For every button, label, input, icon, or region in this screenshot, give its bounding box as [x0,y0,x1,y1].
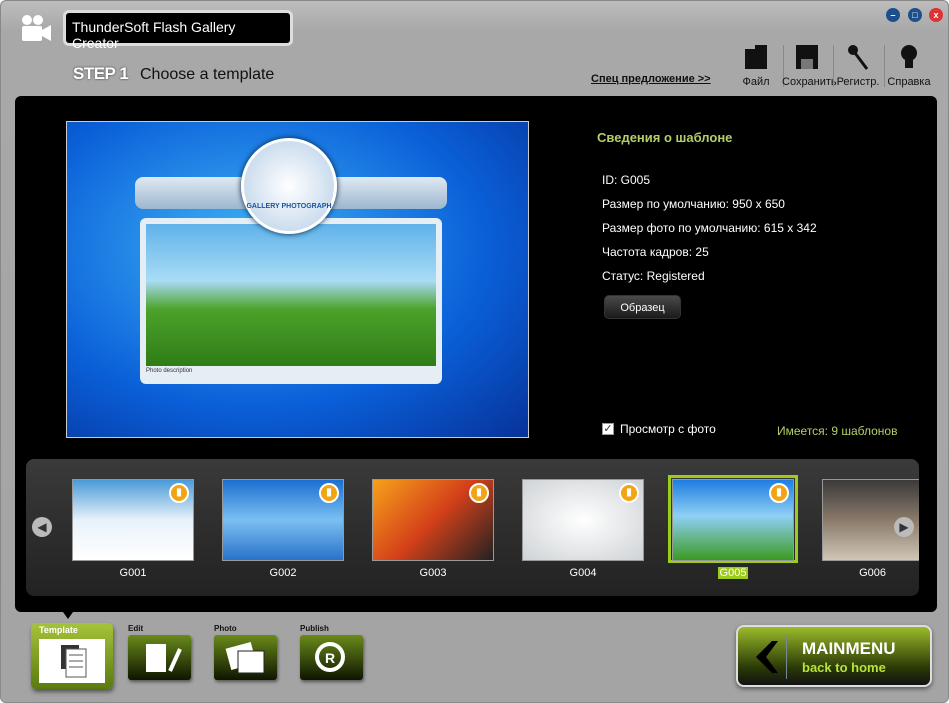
preview-with-photo-label[interactable]: Просмотр с фото [620,422,716,436]
lock-icon: ▮ [769,483,789,503]
close-button[interactable]: x [929,8,943,22]
file-label: Файл [742,76,770,88]
templates-count: Имеется: 9 шаблонов [777,424,898,438]
frame-rate: Частота кадров: 25 [602,245,709,259]
save-label: Сохранить [782,76,837,88]
active-tab-pointer [63,612,73,619]
template-label: G003 [419,567,447,579]
lock-icon: ▮ [619,483,639,503]
special-offer-link[interactable]: Спец предложение >> [591,73,711,85]
register-button[interactable]: Регистр. [833,43,883,88]
document-icon [39,639,105,683]
step-title: Choose a template [140,66,275,83]
template-label: G002 [269,567,297,579]
lock-icon: ▮ [319,483,339,503]
tab-edit[interactable]: Edit [128,624,192,682]
mainmenu-divider [786,635,787,679]
edit-icon [128,635,191,680]
sample-button[interactable]: Образец [604,295,681,319]
back-arrow-icon [756,641,778,673]
key-icon [848,45,869,70]
lock-icon: ▮ [169,483,189,503]
app-title: ThunderSoft Flash Gallery Creator [63,10,293,51]
tab-template-label: Template [39,625,78,635]
tab-photo[interactable]: Photo [214,624,278,682]
preview-photo [146,224,436,366]
template-label-selected: G005 [717,567,749,579]
template-thumb-g003[interactable]: ▮ [372,479,494,561]
tab-publish[interactable]: Publish R [300,624,364,682]
tab-edit-label: Edit [128,624,144,633]
register-label: Регистр. [836,76,880,88]
template-label: G006 [859,567,886,579]
folder-icon [745,45,767,69]
gallery-logo: GALLERY PHOTOGRAPH [241,138,337,234]
minimize-button[interactable]: – [886,8,900,22]
preview-with-photo-checkbox[interactable]: ✓ [602,423,614,435]
template-thumb-g001[interactable]: ▮ [72,479,194,561]
template-strip: ▮ G001 ▮ G002 ▮ G003 ▮ G004 ▮ G005 G006 [26,459,919,596]
scroll-right-button[interactable]: ▶ [894,517,914,537]
save-icon [796,45,818,69]
default-size: Размер по умолчанию: 950 x 650 [602,197,785,211]
publish-icon: R [300,635,363,680]
logo-text: GALLERY PHOTOGRAPH [246,203,332,210]
photo-icon [214,635,277,680]
mainmenu-label: MAINMENU [802,639,896,658]
save-button[interactable]: Сохранить [782,43,837,88]
template-thumb-g002[interactable]: ▮ [222,479,344,561]
help-button[interactable]: Справка [884,43,934,88]
preview-photo-frame: Photo description [140,218,442,384]
photo-caption: Photo description [146,368,193,374]
tab-template[interactable]: Template [31,623,113,689]
lock-icon: ▮ [469,483,489,503]
back-to-home-label: back to home [802,660,886,675]
template-preview: Photo description GALLERY PHOTOGRAPH [66,121,529,438]
info-title: Сведения о шаблоне [597,130,733,145]
scroll-left-button[interactable]: ◀ [32,517,52,537]
template-thumb-g005[interactable]: ▮ [672,479,794,561]
tab-publish-label: Publish [300,624,329,633]
file-button[interactable]: Файл [731,43,781,88]
camera-icon [22,15,51,41]
tab-photo-label: Photo [214,624,237,633]
mainmenu-button[interactable]: MAINMENU back to home [736,625,932,687]
lightbulb-icon [901,45,917,68]
photo-size: Размер фото по умолчанию: 615 x 342 [602,221,817,235]
svg-text:R: R [325,650,335,666]
step-number: STEP 1 [73,64,129,83]
status: Статус: Registered [602,269,705,283]
template-label: G001 [119,567,147,579]
app-window: ThunderSoft Flash Gallery Creator – □ x … [0,0,949,703]
template-label: G004 [569,567,597,579]
template-id: ID: G005 [602,173,651,187]
maximize-button[interactable]: □ [908,8,922,22]
help-label: Справка [887,76,931,88]
template-thumb-g004[interactable]: ▮ [522,479,644,561]
